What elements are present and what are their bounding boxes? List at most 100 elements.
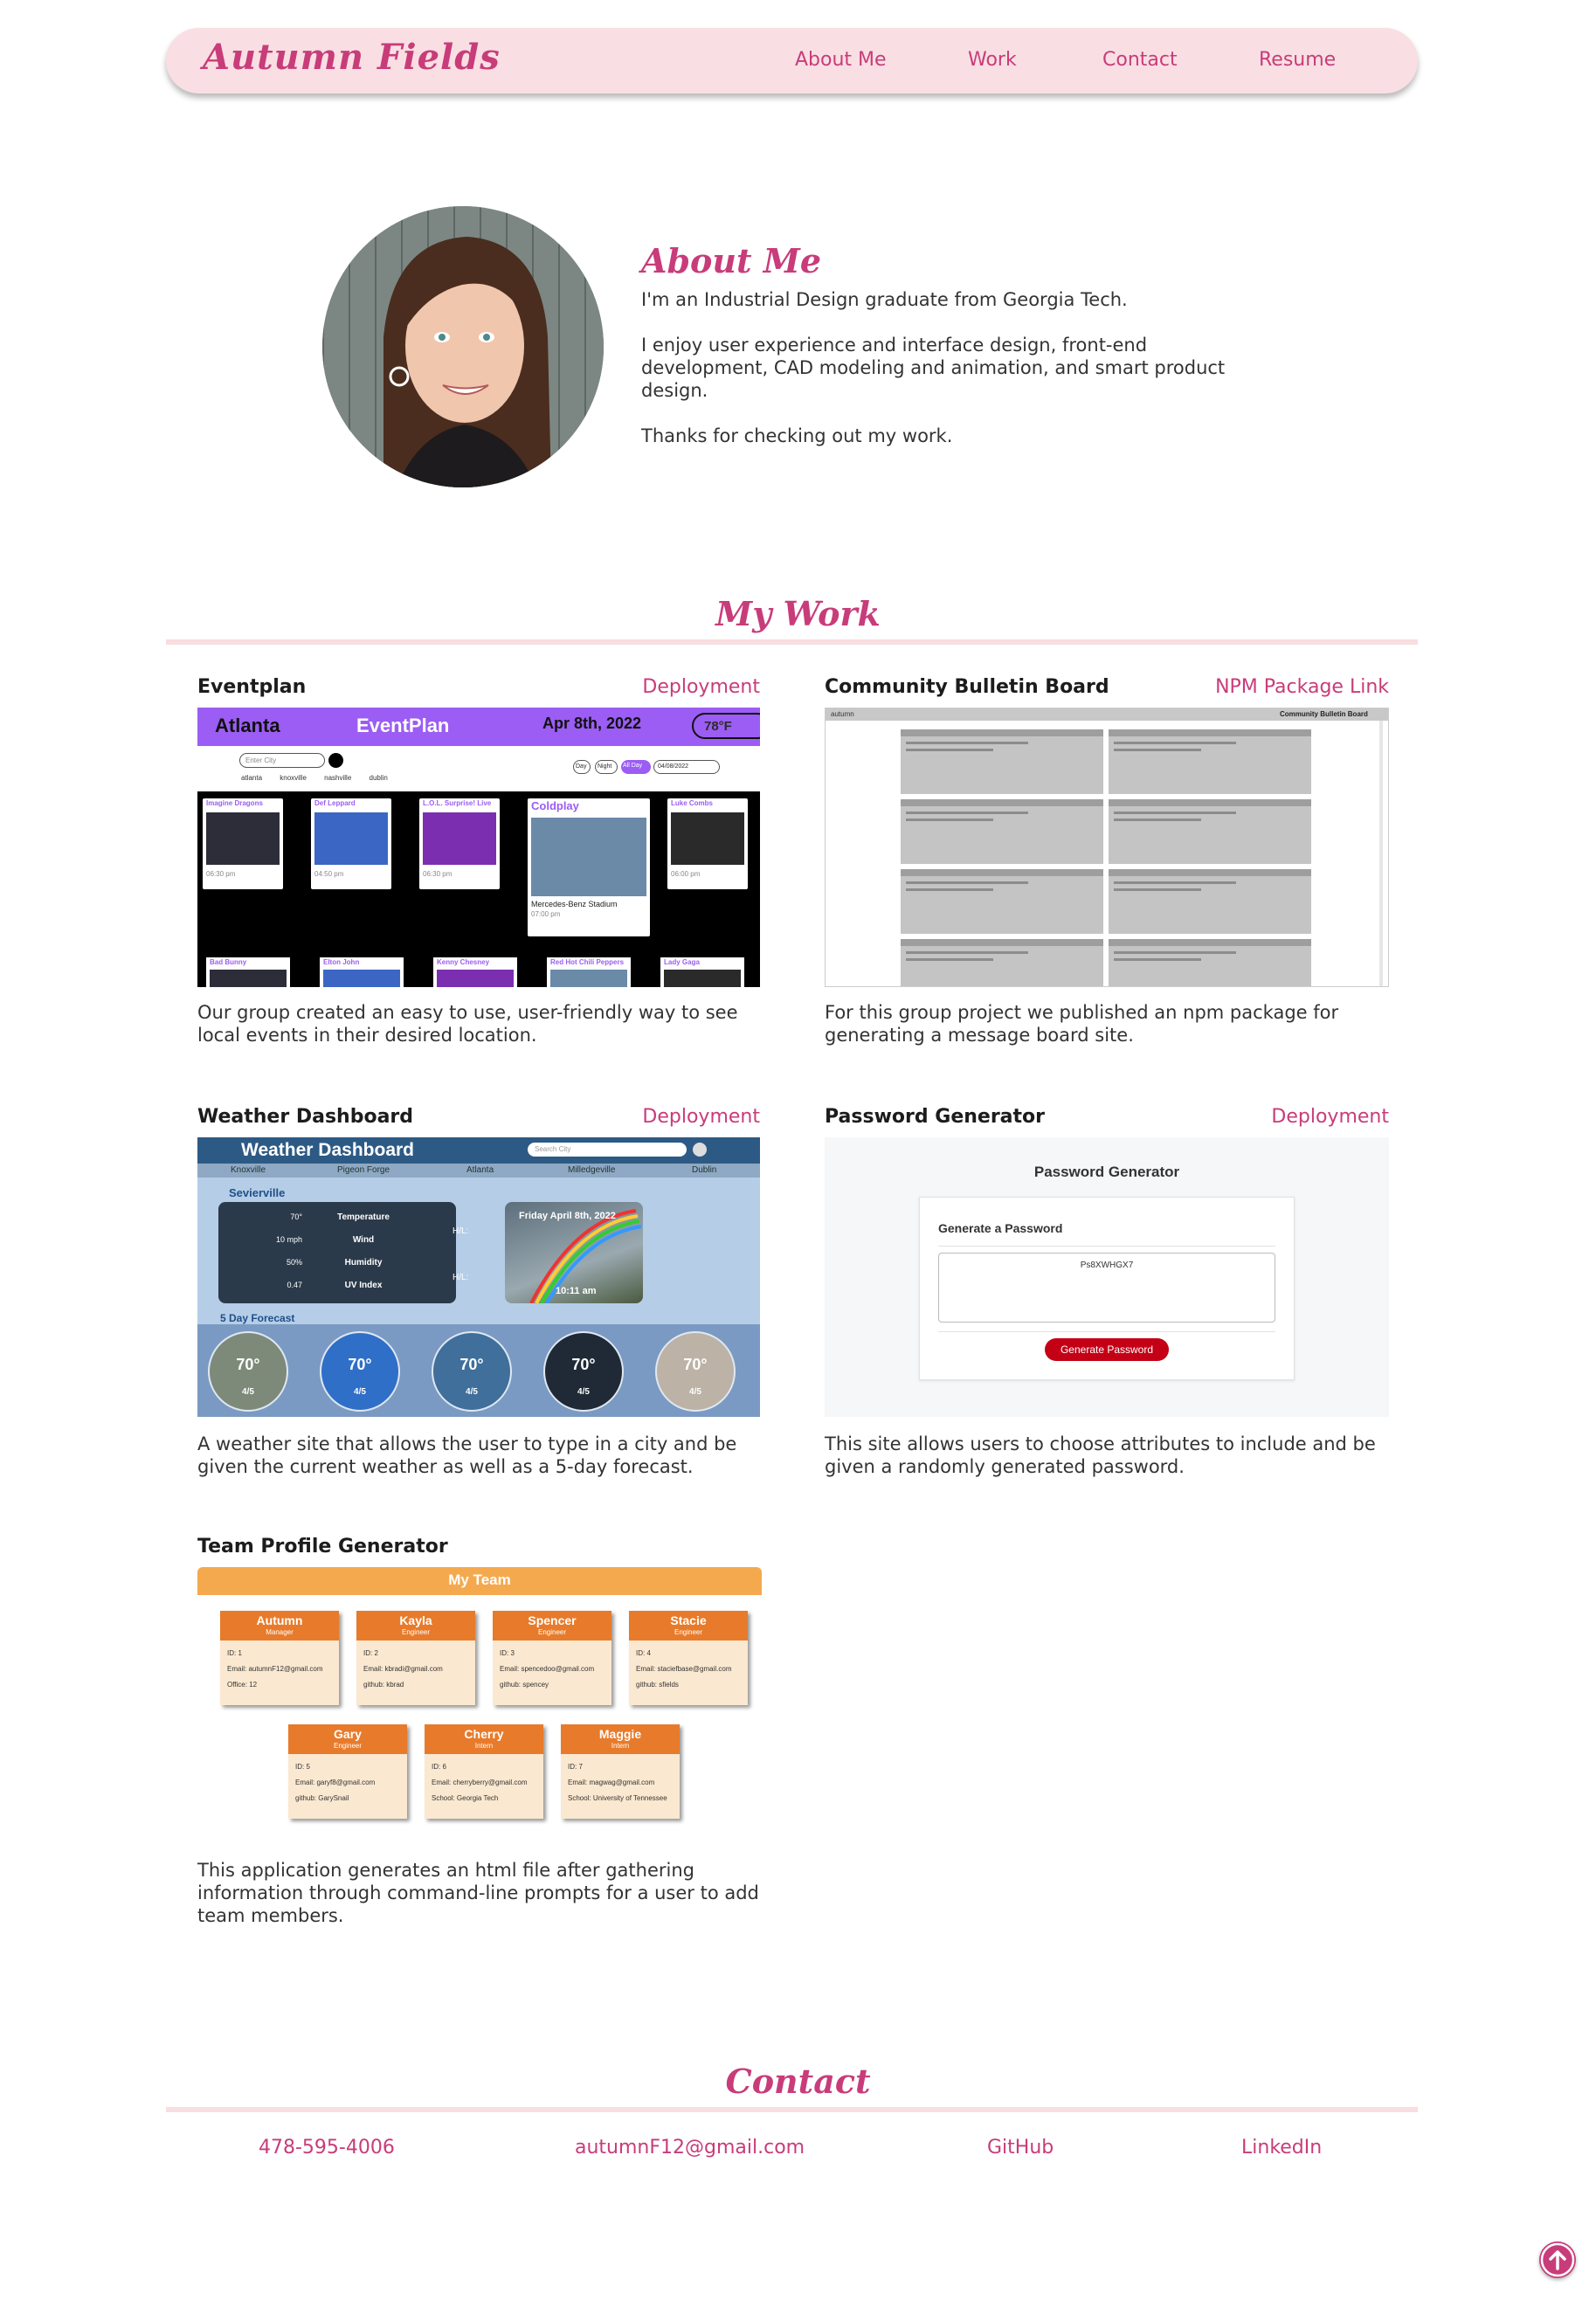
forecast-temp: 70° (348, 1356, 372, 1373)
event-time: 06:30 pm (206, 870, 236, 878)
event-card: Lady Gaga (660, 957, 744, 987)
eventplan-deployment-link[interactable]: Deployment (577, 676, 760, 698)
bulletin-board-screenshot[interactable]: autumn Community Bulletin Board (825, 708, 1389, 987)
event-card: Red Hot Chili Peppers (547, 957, 631, 987)
nav-about-me[interactable]: About Me (795, 49, 887, 71)
eventplan-screenshot[interactable]: Atlanta EventPlan Apr 8th, 2022 78°F Ent… (197, 708, 760, 987)
member-name: Gary (334, 1727, 362, 1741)
bulletin-npm-link[interactable]: NPM Package Link (1136, 676, 1389, 698)
event-card: Def Leppard 04:50 pm (311, 798, 391, 889)
event-name: Imagine Dragons (206, 799, 263, 807)
event-name: Elton John (323, 958, 360, 966)
contact-github-link[interactable]: GitHub (987, 2137, 1054, 2159)
weather-stat-label: Humidity (344, 1258, 383, 1268)
team-member-card: Stacie Engineer ID: 4 Email: staciefbase@gm… (629, 1611, 748, 1705)
bulletin-post (1109, 869, 1311, 934)
password-deployment-link[interactable]: Deployment (1206, 1106, 1389, 1128)
member-id: ID: 5 (295, 1763, 310, 1771)
member-name: Spencer (528, 1613, 577, 1627)
event-image (323, 970, 400, 987)
team-profile-screenshot[interactable]: My Team Autumn Manager ID: 1 Email: autumnF… (197, 1567, 762, 1829)
contact-linkedin-link[interactable]: LinkedIn (1241, 2137, 1322, 2159)
work-section-title: My Work (715, 594, 881, 633)
forecast-date: 4/5 (466, 1387, 478, 1397)
bulletin-post (1109, 939, 1311, 986)
member-role: Manager (266, 1628, 294, 1636)
member-extra: github: sfields (636, 1681, 679, 1689)
site-logo[interactable]: Autumn Fields (203, 37, 501, 78)
weather-screenshot[interactable]: Weather Dashboard Search City Seviervill… (197, 1137, 760, 1417)
member-extra: School: University of Tennessee (568, 1794, 667, 1802)
weather-city-button: Pigeon Forge (337, 1165, 390, 1175)
arrow-up-circle-icon[interactable] (1539, 2241, 1576, 2278)
member-email: Email: staciefbase@gmail.com (636, 1665, 732, 1673)
forecast-date: 4/5 (242, 1387, 254, 1397)
member-email: Email: spencedoo@gmail.com (500, 1665, 595, 1673)
member-role: Engineer (401, 1628, 431, 1636)
weather-city-button: Knoxville (231, 1165, 266, 1175)
event-card: Imagine Dragons 06:30 pm (203, 798, 283, 889)
password-screenshot[interactable]: Password Generator Generate a Password P… (825, 1137, 1389, 1417)
member-role: Engineer (537, 1628, 567, 1636)
contact-email-link[interactable]: autumnF12@gmail.com (575, 2137, 805, 2159)
event-card: Elton John (320, 957, 404, 987)
team-member-card: Maggie Intern ID: 7 Email: magwag@gmail.com… (561, 1724, 680, 1819)
work-divider (166, 639, 1418, 645)
forecast-date: 4/5 (577, 1387, 590, 1397)
member-email: Email: garyf8@gmail.com (295, 1779, 376, 1786)
member-name: Autumn (256, 1613, 303, 1627)
event-image (531, 818, 646, 896)
forecast-day: 70° 4/5 (543, 1331, 624, 1412)
site-header: Autumn Fields About Me Work Contact Resu… (166, 28, 1418, 93)
event-card: Coldplay Mercedes-Benz Stadium 07:00 pm (528, 798, 650, 936)
forecast-day: 70° 4/5 (432, 1331, 512, 1412)
member-id: ID: 4 (636, 1649, 651, 1657)
profile-photo (322, 206, 604, 487)
event-image (206, 812, 280, 865)
about-paragraph-2: I enjoy user experience and interface de… (641, 335, 1226, 401)
event-time: 07:00 pm (531, 910, 561, 918)
weather-city-button: Atlanta (466, 1165, 494, 1175)
member-role: Intern (611, 1742, 630, 1750)
member-name: Cherry (464, 1727, 504, 1741)
forecast-day: 70° 4/5 (320, 1331, 400, 1412)
member-role: Intern (474, 1742, 494, 1750)
weather-stat-value: 70° (290, 1212, 302, 1221)
weather-stat-value: 0.47 (287, 1281, 302, 1289)
event-name: Bad Bunny (210, 958, 247, 966)
event-image (550, 970, 627, 987)
event-name: Coldplay (531, 799, 579, 812)
event-name: L.O.L. Surprise! Live (423, 799, 492, 807)
member-extra: School: Georgia Tech (432, 1794, 499, 1802)
contact-phone-link[interactable]: 478-595-4006 (259, 2137, 395, 2159)
member-extra: github: kbrad (363, 1681, 404, 1689)
eventplan-description: Our group created an easy to use, user-f… (197, 1002, 738, 1046)
member-role: Engineer (333, 1742, 363, 1750)
event-name: Luke Combs (671, 799, 714, 807)
event-time: 04:50 pm (314, 870, 344, 878)
member-email: Email: kbradi@gmail.com (363, 1665, 443, 1673)
about-title: About Me (641, 241, 822, 280)
bulletin-post (1109, 799, 1311, 864)
project-title-password: Password Generator (825, 1106, 1046, 1128)
bulletin-post (901, 799, 1103, 864)
project-title-weather: Weather Dashboard (197, 1106, 414, 1128)
member-id: ID: 3 (500, 1649, 515, 1657)
nav-resume[interactable]: Resume (1259, 49, 1336, 71)
forecast-temp: 70° (236, 1356, 260, 1373)
member-extra: github: spencey (500, 1681, 549, 1689)
weather-stat-label: Wind (352, 1235, 375, 1245)
weather-deployment-link[interactable]: Deployment (577, 1106, 760, 1128)
event-card: Bad Bunny (206, 957, 290, 987)
nav-work[interactable]: Work (968, 49, 1017, 71)
member-id: ID: 6 (432, 1763, 446, 1771)
event-venue: Mercedes-Benz Stadium (531, 900, 618, 908)
weather-stat-label: Temperature (337, 1212, 390, 1222)
team-member-card: Spencer Engineer ID: 3 Email: spencedoo@gma… (493, 1611, 611, 1705)
event-name: Red Hot Chili Peppers (550, 958, 625, 966)
event-image (423, 812, 496, 865)
about-paragraph-1: I'm an Industrial Design graduate from G… (641, 289, 1128, 310)
nav-contact[interactable]: Contact (1102, 49, 1178, 71)
member-email: Email: autumnF12@gmail.com (227, 1665, 323, 1673)
member-id: ID: 2 (363, 1649, 378, 1657)
